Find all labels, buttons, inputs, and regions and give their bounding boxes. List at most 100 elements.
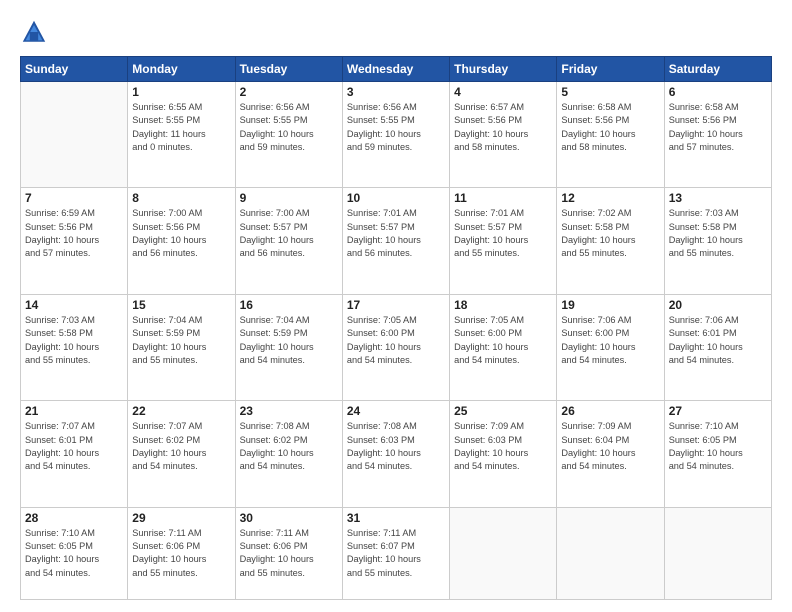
cell-info-text: Sunrise: 7:09 AM Sunset: 6:03 PM Dayligh… [454, 420, 552, 473]
cell-date-number: 6 [669, 85, 767, 99]
cell-date-number: 23 [240, 404, 338, 418]
cell-date-number: 9 [240, 191, 338, 205]
calendar-cell: 5 Sunrise: 6:58 AM Sunset: 5:56 PM Daylig… [557, 82, 664, 188]
cell-date-number: 13 [669, 191, 767, 205]
page: SundayMondayTuesdayWednesdayThursdayFrid… [0, 0, 792, 612]
header [20, 18, 772, 46]
cell-date-number: 24 [347, 404, 445, 418]
cell-info-text: Sunrise: 6:58 AM Sunset: 5:56 PM Dayligh… [669, 101, 767, 154]
calendar-cell: 10 Sunrise: 7:01 AM Sunset: 5:57 PM Dayli… [342, 188, 449, 294]
cell-date-number: 2 [240, 85, 338, 99]
cell-info-text: Sunrise: 7:11 AM Sunset: 6:06 PM Dayligh… [132, 527, 230, 580]
cell-info-text: Sunrise: 7:04 AM Sunset: 5:59 PM Dayligh… [240, 314, 338, 367]
cell-info-text: Sunrise: 7:10 AM Sunset: 6:05 PM Dayligh… [25, 527, 123, 580]
cell-date-number: 27 [669, 404, 767, 418]
logo [20, 18, 54, 46]
calendar-cell: 13 Sunrise: 7:03 AM Sunset: 5:58 PM Dayli… [664, 188, 771, 294]
cell-date-number: 7 [25, 191, 123, 205]
cell-info-text: Sunrise: 7:04 AM Sunset: 5:59 PM Dayligh… [132, 314, 230, 367]
cell-info-text: Sunrise: 7:00 AM Sunset: 5:57 PM Dayligh… [240, 207, 338, 260]
calendar-cell: 2 Sunrise: 6:56 AM Sunset: 5:55 PM Daylig… [235, 82, 342, 188]
cell-date-number: 22 [132, 404, 230, 418]
cell-date-number: 10 [347, 191, 445, 205]
calendar-cell: 9 Sunrise: 7:00 AM Sunset: 5:57 PM Daylig… [235, 188, 342, 294]
cell-date-number: 31 [347, 511, 445, 525]
calendar-cell: 11 Sunrise: 7:01 AM Sunset: 5:57 PM Dayli… [450, 188, 557, 294]
calendar-cell: 22Sunrise: 7:07 AM Sunset: 6:02 PM Dayli… [128, 401, 235, 507]
calendar-cell: 12Sunrise: 7:02 AM Sunset: 5:58 PM Dayli… [557, 188, 664, 294]
cell-info-text: Sunrise: 6:55 AM Sunset: 5:55 PM Dayligh… [132, 101, 230, 154]
calendar-week-row: 14Sunrise: 7:03 AM Sunset: 5:58 PM Dayli… [21, 294, 772, 400]
cell-date-number: 20 [669, 298, 767, 312]
calendar-cell: 20 Sunrise: 7:06 AM Sunset: 6:01 PM Dayli… [664, 294, 771, 400]
calendar-cell: 17Sunrise: 7:05 AM Sunset: 6:00 PM Dayli… [342, 294, 449, 400]
cell-info-text: Sunrise: 7:00 AM Sunset: 5:56 PM Dayligh… [132, 207, 230, 260]
cell-date-number: 15 [132, 298, 230, 312]
calendar-cell: 29Sunrise: 7:11 AM Sunset: 6:06 PM Dayli… [128, 507, 235, 599]
cell-info-text: Sunrise: 6:57 AM Sunset: 5:56 PM Dayligh… [454, 101, 552, 154]
cell-info-text: Sunrise: 7:01 AM Sunset: 5:57 PM Dayligh… [347, 207, 445, 260]
calendar-cell: 31 Sunrise: 7:11 AM Sunset: 6:07 PM Dayli… [342, 507, 449, 599]
weekday-header: Sunday [21, 57, 128, 82]
logo-icon [20, 18, 48, 46]
calendar-cell: 4 Sunrise: 6:57 AM Sunset: 5:56 PM Daylig… [450, 82, 557, 188]
cell-info-text: Sunrise: 7:06 AM Sunset: 6:00 PM Dayligh… [561, 314, 659, 367]
calendar-cell: 8 Sunrise: 7:00 AM Sunset: 5:56 PM Daylig… [128, 188, 235, 294]
calendar-cell: 15 Sunrise: 7:04 AM Sunset: 5:59 PM Dayli… [128, 294, 235, 400]
cell-date-number: 28 [25, 511, 123, 525]
weekday-header: Tuesday [235, 57, 342, 82]
cell-date-number: 1 [132, 85, 230, 99]
calendar-cell: 6 Sunrise: 6:58 AM Sunset: 5:56 PM Daylig… [664, 82, 771, 188]
calendar-cell: 14Sunrise: 7:03 AM Sunset: 5:58 PM Dayli… [21, 294, 128, 400]
cell-date-number: 8 [132, 191, 230, 205]
cell-date-number: 14 [25, 298, 123, 312]
calendar-cell: 3 Sunrise: 6:56 AM Sunset: 5:55 PM Daylig… [342, 82, 449, 188]
cell-date-number: 5 [561, 85, 659, 99]
calendar-cell: 19 Sunrise: 7:06 AM Sunset: 6:00 PM Dayli… [557, 294, 664, 400]
calendar-week-row: 1 Sunrise: 6:55 AM Sunset: 5:55 PM Daylig… [21, 82, 772, 188]
calendar-cell [21, 82, 128, 188]
cell-date-number: 26 [561, 404, 659, 418]
weekday-header: Thursday [450, 57, 557, 82]
cell-info-text: Sunrise: 7:10 AM Sunset: 6:05 PM Dayligh… [669, 420, 767, 473]
calendar-cell: 25 Sunrise: 7:09 AM Sunset: 6:03 PM Dayli… [450, 401, 557, 507]
cell-date-number: 25 [454, 404, 552, 418]
cell-date-number: 3 [347, 85, 445, 99]
calendar-cell: 24Sunrise: 7:08 AM Sunset: 6:03 PM Dayli… [342, 401, 449, 507]
cell-info-text: Sunrise: 7:03 AM Sunset: 5:58 PM Dayligh… [669, 207, 767, 260]
cell-date-number: 18 [454, 298, 552, 312]
calendar-cell: 7 Sunrise: 6:59 AM Sunset: 5:56 PM Daylig… [21, 188, 128, 294]
cell-date-number: 11 [454, 191, 552, 205]
cell-info-text: Sunrise: 6:56 AM Sunset: 5:55 PM Dayligh… [240, 101, 338, 154]
calendar-cell [557, 507, 664, 599]
calendar-cell [664, 507, 771, 599]
calendar-cell: 26 Sunrise: 7:09 AM Sunset: 6:04 PM Dayli… [557, 401, 664, 507]
weekday-header: Friday [557, 57, 664, 82]
calendar-week-row: 21Sunrise: 7:07 AM Sunset: 6:01 PM Dayli… [21, 401, 772, 507]
cell-info-text: Sunrise: 7:09 AM Sunset: 6:04 PM Dayligh… [561, 420, 659, 473]
cell-date-number: 12 [561, 191, 659, 205]
cell-info-text: Sunrise: 6:59 AM Sunset: 5:56 PM Dayligh… [25, 207, 123, 260]
cell-date-number: 30 [240, 511, 338, 525]
calendar-header-row: SundayMondayTuesdayWednesdayThursdayFrid… [21, 57, 772, 82]
calendar-cell: 23 Sunrise: 7:08 AM Sunset: 6:02 PM Dayli… [235, 401, 342, 507]
cell-info-text: Sunrise: 7:01 AM Sunset: 5:57 PM Dayligh… [454, 207, 552, 260]
calendar-cell: 30Sunrise: 7:11 AM Sunset: 6:06 PM Dayli… [235, 507, 342, 599]
cell-date-number: 19 [561, 298, 659, 312]
calendar-week-row: 28 Sunrise: 7:10 AM Sunset: 6:05 PM Dayli… [21, 507, 772, 599]
calendar-cell [450, 507, 557, 599]
calendar-cell: 27 Sunrise: 7:10 AM Sunset: 6:05 PM Dayli… [664, 401, 771, 507]
calendar-cell: 18Sunrise: 7:05 AM Sunset: 6:00 PM Dayli… [450, 294, 557, 400]
cell-info-text: Sunrise: 7:06 AM Sunset: 6:01 PM Dayligh… [669, 314, 767, 367]
cell-date-number: 4 [454, 85, 552, 99]
cell-date-number: 21 [25, 404, 123, 418]
weekday-header: Wednesday [342, 57, 449, 82]
cell-info-text: Sunrise: 7:08 AM Sunset: 6:02 PM Dayligh… [240, 420, 338, 473]
weekday-header: Saturday [664, 57, 771, 82]
cell-info-text: Sunrise: 7:11 AM Sunset: 6:07 PM Dayligh… [347, 527, 445, 580]
cell-date-number: 16 [240, 298, 338, 312]
cell-info-text: Sunrise: 7:05 AM Sunset: 6:00 PM Dayligh… [347, 314, 445, 367]
cell-info-text: Sunrise: 6:56 AM Sunset: 5:55 PM Dayligh… [347, 101, 445, 154]
cell-info-text: Sunrise: 6:58 AM Sunset: 5:56 PM Dayligh… [561, 101, 659, 154]
weekday-header: Monday [128, 57, 235, 82]
